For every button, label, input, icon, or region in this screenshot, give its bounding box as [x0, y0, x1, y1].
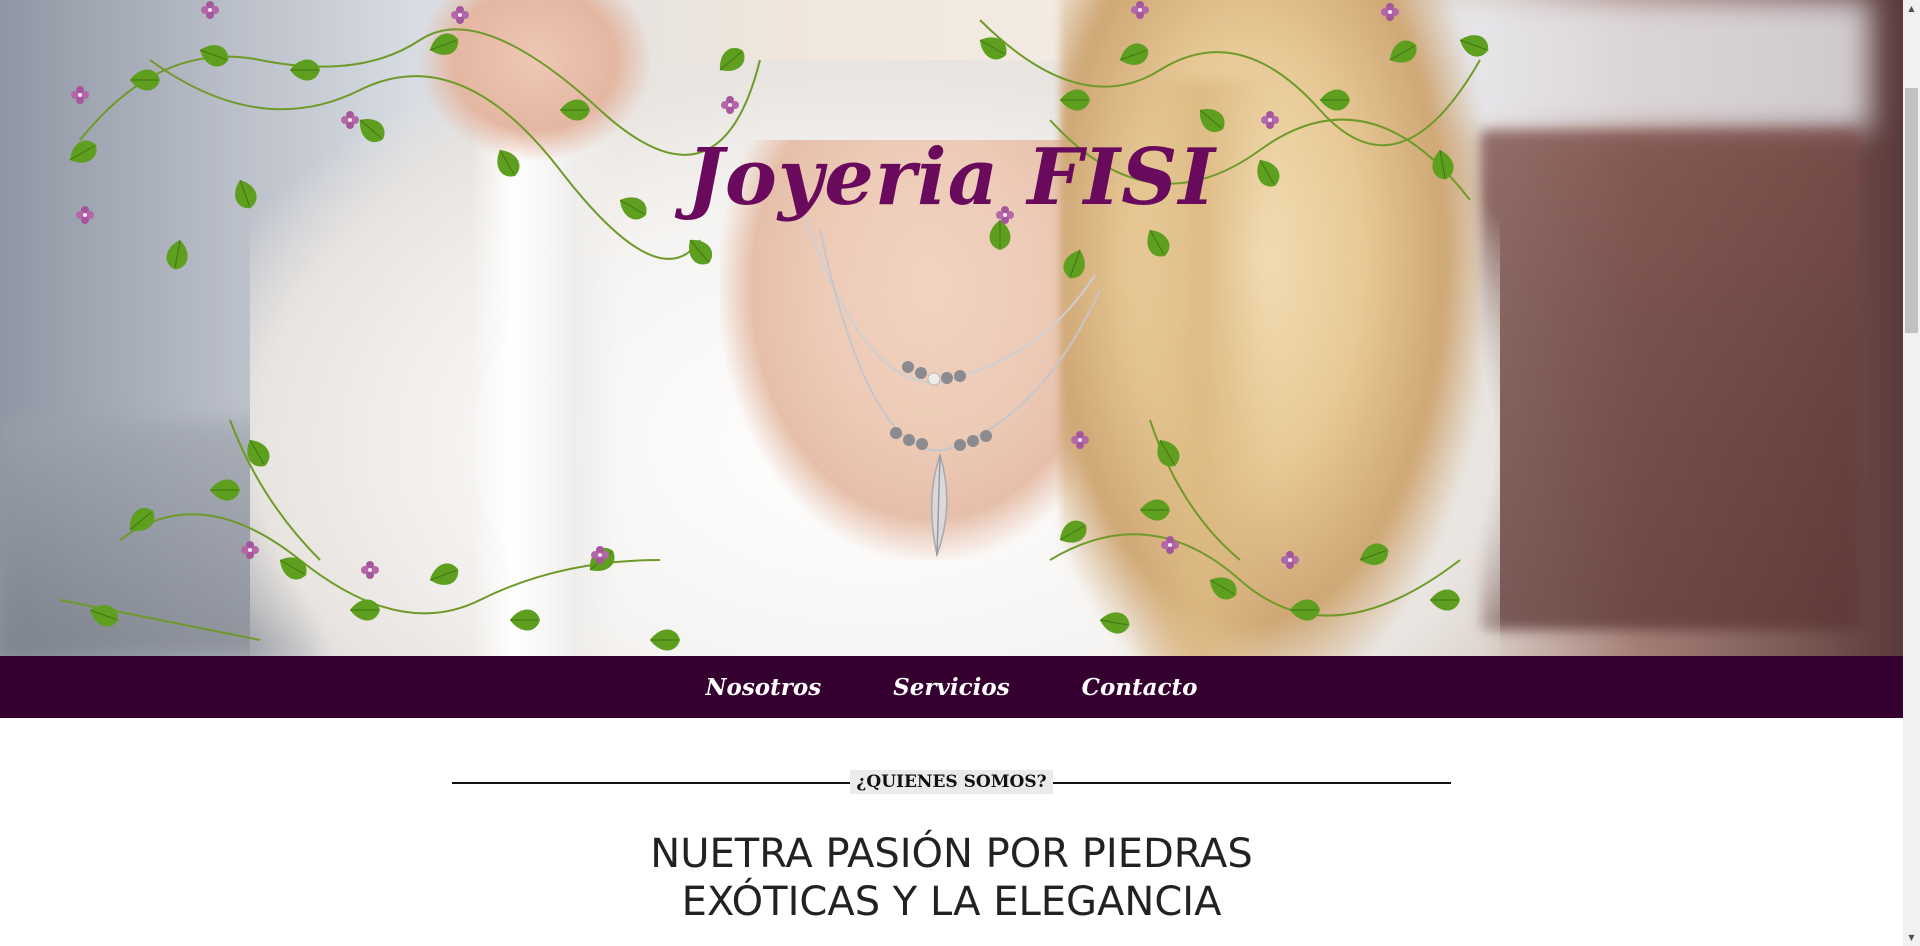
main-navigation: Nosotros Servicios Contacto	[0, 656, 1903, 718]
page: Joyeria FISI Nosotros Servicios Contacto…	[0, 0, 1903, 946]
vertical-scrollbar[interactable]: ▲ ▼	[1903, 0, 1920, 946]
hero-banner: Joyeria FISI	[0, 0, 1903, 656]
site-title: Joyeria FISI	[687, 132, 1216, 223]
silver-necklace-image	[799, 199, 1101, 558]
nav-link-servicios[interactable]: Servicios	[893, 674, 1010, 701]
headline-line-2: EXÓTICAS Y LA ELEGANCIA	[681, 879, 1222, 925]
scroll-up-arrow-icon[interactable]: ▲	[1903, 0, 1920, 17]
about-headline: NUETRA PASIÓN POR PIEDRAS EXÓTICAS Y LA …	[0, 830, 1903, 926]
scrollbar-thumb[interactable]	[1905, 88, 1918, 333]
nav-link-nosotros[interactable]: Nosotros	[705, 674, 821, 701]
nav-link-contacto[interactable]: Contacto	[1082, 674, 1198, 701]
headline-line-1: NUETRA PASIÓN POR PIEDRAS	[650, 831, 1253, 877]
section-label-quienes-somos: ¿QUIENES SOMOS?	[850, 770, 1053, 794]
section-divider: ¿QUIENES SOMOS?	[452, 770, 1451, 794]
scroll-down-arrow-icon[interactable]: ▼	[1903, 929, 1920, 946]
